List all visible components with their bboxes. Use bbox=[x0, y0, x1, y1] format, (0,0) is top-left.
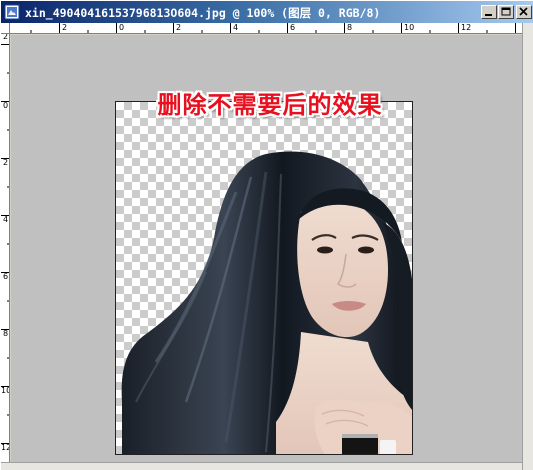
maximize-button[interactable] bbox=[498, 5, 514, 19]
ruler-label: 8 bbox=[347, 23, 353, 32]
ruler-label: 4 bbox=[233, 23, 239, 32]
ruler-label: 0 bbox=[119, 23, 125, 32]
portrait-image bbox=[121, 151, 412, 454]
minimize-icon bbox=[485, 14, 492, 16]
photoshop-document-icon[interactable] bbox=[4, 4, 20, 20]
document-canvas[interactable] bbox=[115, 101, 413, 455]
vertical-ruler[interactable]: 2 0 2 4 6 8 10 12 bbox=[1, 34, 10, 462]
ruler-label: 2 bbox=[2, 158, 9, 167]
horizontal-ruler[interactable]: 2 0 2 4 6 8 10 12 bbox=[10, 23, 522, 34]
horizontal-ruler-ticks bbox=[30, 23, 516, 33]
minimize-button[interactable] bbox=[481, 5, 497, 19]
close-button[interactable] bbox=[516, 5, 532, 19]
ruler-label: 8 bbox=[2, 329, 9, 338]
ruler-label: 2 bbox=[62, 23, 68, 32]
ruler-label: 2 bbox=[2, 34, 9, 41]
canvas-workspace[interactable]: 删除不需要后的效果 bbox=[11, 35, 522, 462]
ruler-label: 6 bbox=[290, 23, 296, 32]
ruler-label: 12 bbox=[1, 443, 9, 452]
title-bar[interactable]: xin_49040416153796813O604.jpg @ 100% (图层… bbox=[1, 1, 533, 23]
ruler-label: 10 bbox=[404, 23, 415, 32]
document-window: xin_49040416153796813O604.jpg @ 100% (图层… bbox=[0, 0, 533, 470]
ruler-label: 4 bbox=[2, 215, 9, 224]
vertical-ruler-ticks bbox=[1, 44, 9, 444]
vertical-scrollbar[interactable] bbox=[522, 23, 533, 470]
ruler-label: 10 bbox=[1, 386, 9, 395]
horizontal-scrollbar[interactable] bbox=[1, 462, 522, 470]
maximize-icon bbox=[501, 7, 511, 16]
ruler-label: 0 bbox=[2, 101, 9, 110]
ruler-label: 12 bbox=[461, 23, 472, 32]
window-title: xin_49040416153796813O604.jpg @ 100% (图层… bbox=[25, 6, 381, 20]
ruler-origin[interactable] bbox=[1, 23, 10, 34]
ruler-label: 2 bbox=[176, 23, 182, 32]
close-icon bbox=[519, 7, 528, 16]
ruler-label: 6 bbox=[2, 272, 9, 281]
canvas-caption: 删除不需要后的效果 bbox=[157, 91, 383, 119]
